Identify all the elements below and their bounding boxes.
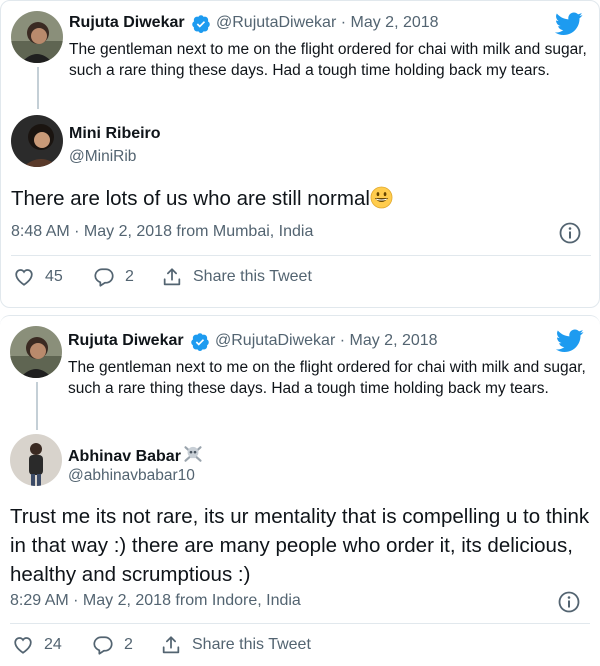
- reply-count: 2: [124, 636, 133, 653]
- thread-line: [37, 67, 39, 109]
- share-icon: [163, 268, 181, 286]
- avatar-photo-icon: [11, 115, 63, 167]
- grinning-face-icon: [370, 186, 393, 209]
- share-label: Share this Tweet: [193, 268, 312, 285]
- parent-handle-date[interactable]: @RujutaDiwekar · May 2, 2018: [216, 14, 439, 32]
- parent-author-name[interactable]: Rujuta Diwekar: [68, 332, 184, 350]
- parent-handle-date[interactable]: @RujutaDiwekar · May 2, 2018: [215, 332, 438, 350]
- like-count: 45: [45, 268, 63, 285]
- share-icon: [162, 636, 180, 654]
- share-label: Share this Tweet: [192, 636, 311, 653]
- avatar-photo-icon: [10, 434, 62, 486]
- verified-badge-icon: [192, 15, 210, 33]
- reply-tweet-text: Trust me its not rare, its ur mentality …: [10, 505, 590, 586]
- avatar[interactable]: [11, 115, 63, 167]
- heart-icon: [14, 637, 32, 654]
- share-button[interactable]: Share this Tweet: [161, 266, 312, 288]
- share-button[interactable]: Share this Tweet: [160, 634, 311, 656]
- reply-icon: [94, 268, 114, 287]
- reply-button[interactable]: 2: [93, 266, 134, 288]
- avatar[interactable]: [11, 11, 63, 63]
- parent-tweet-text: The gentleman next to me on the flight o…: [68, 359, 586, 397]
- info-icon[interactable]: [558, 221, 582, 245]
- reply-author-name[interactable]: Abhinav Babar: [68, 444, 203, 466]
- tweet-card: Rujuta Diwekar @RujutaDiwekar · May 2, 2…: [0, 0, 600, 308]
- reply-author-name-text: Abhinav Babar: [68, 448, 181, 465]
- like-button[interactable]: 24: [12, 634, 62, 656]
- like-button[interactable]: 45: [13, 266, 63, 288]
- parent-author-name[interactable]: Rujuta Diwekar: [69, 14, 185, 32]
- tweet-card: Rujuta Diwekar @RujutaDiwekar · May 2, 2…: [0, 315, 600, 666]
- reply-text-content: There are lots of us who are still norma…: [11, 187, 370, 210]
- tweet-timestamp[interactable]: 8:48 AM · May 2, 2018 from Mumbai, India: [11, 223, 313, 241]
- info-icon[interactable]: [557, 590, 581, 614]
- avatar-photo-icon: [10, 326, 62, 378]
- reply-author-name[interactable]: Mini Ribeiro: [69, 125, 161, 143]
- like-count: 24: [44, 636, 62, 653]
- reply-button[interactable]: 2: [92, 634, 133, 656]
- tweet-timestamp[interactable]: 8:29 AM · May 2, 2018 from Indore, India: [10, 592, 301, 610]
- reply-icon: [93, 636, 113, 655]
- reply-author-handle[interactable]: @MiniRib: [69, 148, 136, 166]
- divider: [11, 255, 591, 256]
- twitter-bird-icon[interactable]: [555, 12, 583, 36]
- divider: [10, 623, 590, 624]
- reply-tweet-text: There are lots of us who are still norma…: [11, 184, 596, 213]
- avatar[interactable]: [10, 434, 62, 486]
- thread-line: [36, 382, 38, 430]
- parent-tweet-text: The gentleman next to me on the flight o…: [69, 41, 587, 79]
- verified-badge-icon: [191, 333, 209, 351]
- skull-crossbones-icon: [184, 446, 202, 462]
- avatar-photo-icon: [11, 11, 63, 63]
- avatar[interactable]: [10, 326, 62, 378]
- tweet-actions: 45 2 Share this Tweet: [1, 266, 600, 290]
- tweet-actions: 24 2 Share this Tweet: [0, 634, 600, 658]
- reply-author-handle[interactable]: @abhinavbabar10: [68, 467, 195, 485]
- heart-icon: [15, 269, 33, 286]
- twitter-bird-icon[interactable]: [556, 329, 584, 353]
- reply-count: 2: [125, 268, 134, 285]
